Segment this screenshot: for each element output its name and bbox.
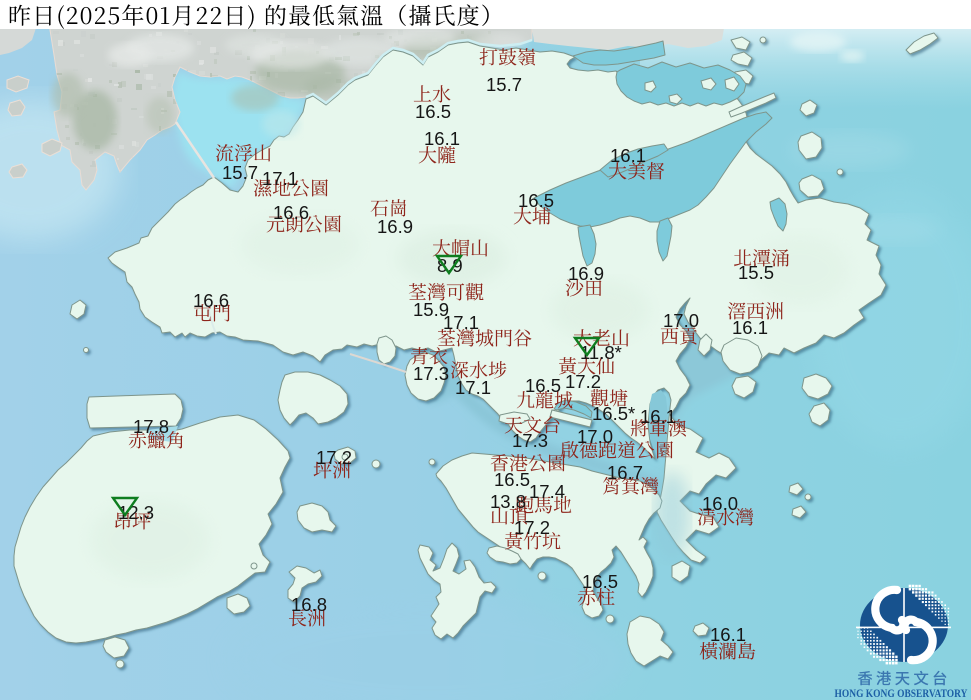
svg-text:打鼓嶺: 打鼓嶺 bbox=[479, 43, 536, 70]
svg-text:16.9: 16.9 bbox=[377, 216, 413, 237]
svg-text:17.0: 17.0 bbox=[663, 310, 699, 331]
svg-text:16.1: 16.1 bbox=[424, 128, 460, 149]
svg-text:13.8: 13.8 bbox=[490, 491, 526, 512]
svg-text:17.1: 17.1 bbox=[443, 312, 479, 333]
svg-text:16.0: 16.0 bbox=[702, 493, 738, 514]
svg-text:昨日(2025年01月22日) 的最低氣溫（攝氏度）: 昨日(2025年01月22日) 的最低氣溫（攝氏度） bbox=[8, 0, 505, 31]
svg-text:香港天文台: 香港天文台 bbox=[857, 667, 951, 689]
svg-text:16.6: 16.6 bbox=[273, 202, 309, 223]
svg-text:17.1: 17.1 bbox=[262, 168, 298, 189]
svg-text:16.5: 16.5 bbox=[525, 375, 561, 396]
svg-text:16.1: 16.1 bbox=[640, 406, 676, 427]
svg-text:17.2: 17.2 bbox=[316, 447, 352, 468]
svg-text:16.5: 16.5 bbox=[582, 571, 618, 592]
svg-text:17.3: 17.3 bbox=[512, 430, 548, 451]
svg-text:16.1: 16.1 bbox=[710, 624, 746, 645]
svg-text:17.2: 17.2 bbox=[565, 371, 601, 392]
svg-text:17.8: 17.8 bbox=[133, 416, 169, 437]
svg-text:17.0: 17.0 bbox=[577, 426, 613, 447]
svg-text:17.1: 17.1 bbox=[455, 377, 491, 398]
svg-text:16.5: 16.5 bbox=[494, 469, 530, 490]
svg-text:16.9: 16.9 bbox=[568, 263, 604, 284]
svg-text:16.1: 16.1 bbox=[732, 317, 768, 338]
svg-text:16.1: 16.1 bbox=[610, 145, 646, 166]
svg-text:16.5: 16.5 bbox=[518, 190, 554, 211]
svg-text:HONG KONG OBSERVATORY: HONG KONG OBSERVATORY bbox=[835, 687, 969, 700]
svg-text:16.5*: 16.5* bbox=[592, 403, 635, 424]
svg-text:17.2: 17.2 bbox=[514, 517, 550, 538]
svg-text:15.7: 15.7 bbox=[222, 162, 258, 183]
svg-text:15.5: 15.5 bbox=[738, 262, 774, 283]
svg-text:16.5: 16.5 bbox=[415, 101, 451, 122]
svg-text:15.7: 15.7 bbox=[486, 74, 522, 95]
svg-text:17.4: 17.4 bbox=[529, 481, 565, 502]
svg-text:16.8: 16.8 bbox=[291, 594, 327, 615]
svg-text:16.6: 16.6 bbox=[193, 290, 229, 311]
svg-text:16.7: 16.7 bbox=[607, 462, 643, 483]
svg-text:17.3: 17.3 bbox=[413, 363, 449, 384]
